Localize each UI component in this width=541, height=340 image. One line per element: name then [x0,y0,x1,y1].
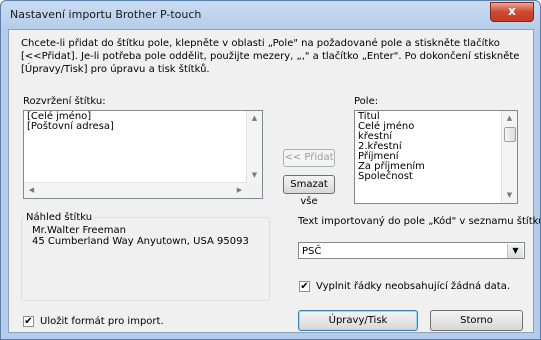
label-layout-listbox[interactable]: [Celé jméno] [Poštovní adresa] ▲ ▼ ◀ ▶ [23,110,263,199]
import-settings-dialog: Nastavení importu Brother P-touch x Chce… [0,0,541,340]
save-format-checkbox[interactable]: ✔ [23,316,34,327]
scroll-thumb[interactable] [504,127,516,142]
fields-listbox[interactable]: Titul Celé jméno křestní 2.křestní Příjm… [354,110,518,204]
cancel-button[interactable]: Storno [430,310,523,331]
title-bar: Nastavení importu Brother P-touch x [1,1,540,29]
scroll-down-icon[interactable]: ▼ [247,168,262,183]
scroll-corner [247,183,262,198]
scroll-up-icon[interactable]: ▲ [247,111,262,126]
clear-all-button[interactable]: Smazat vše [283,175,335,207]
preview-line: 45 Cumberland Way Anyutown, USA 95093 [32,236,249,247]
layout-label: Rozvržení štítku: [23,96,106,107]
layout-horizontal-scrollbar[interactable]: ◀ ▶ [24,182,247,198]
save-format-label: Uložit formát pro import. [40,316,164,327]
code-field-value: PSČ [302,246,322,257]
scroll-right-icon[interactable]: ▶ [232,183,247,198]
layout-vertical-scrollbar[interactable]: ▲ ▼ [246,111,262,183]
list-item[interactable]: [Poštovní adresa] [27,122,114,132]
preview-title: Náhled štítku [24,212,95,223]
field-items: Titul Celé jméno křestní 2.křestní Příjm… [358,112,425,182]
edit-print-button[interactable]: Úpravy/Tisk [298,310,418,331]
scroll-left-icon[interactable]: ◀ [24,183,39,198]
scroll-up-icon[interactable]: ▲ [502,111,517,126]
instruction-text: Chcete-li přidat do štítku pole, klepnět… [21,38,520,75]
layout-items: [Celé jméno] [Poštovní adresa] [27,112,114,132]
fill-empty-label: Vyplnit řádky neobsahující žádná data. [316,281,511,292]
code-field-label: Text importovaný do pole „Kód" v seznamu… [298,216,541,227]
add-button[interactable]: << Přidat [283,149,335,167]
list-item[interactable]: Společnost [358,172,425,182]
window-title: Nastavení importu Brother P-touch [10,8,202,21]
fields-label: Pole: [354,96,379,107]
fields-vertical-scrollbar[interactable]: ▲ ▼ [501,111,517,203]
close-button[interactable]: x [490,2,534,22]
fill-empty-checkbox[interactable]: ✔ [299,281,310,292]
dialog-body: Chcete-li přidat do štítku pole, klepnět… [8,29,540,333]
preview-line: Mr.Walter Freeman [32,225,126,236]
close-icon: x [508,4,516,18]
chevron-down-icon[interactable]: ▼ [507,244,523,258]
scroll-down-icon[interactable]: ▼ [502,188,517,203]
code-field-combobox[interactable]: PSČ ▼ [298,242,525,259]
